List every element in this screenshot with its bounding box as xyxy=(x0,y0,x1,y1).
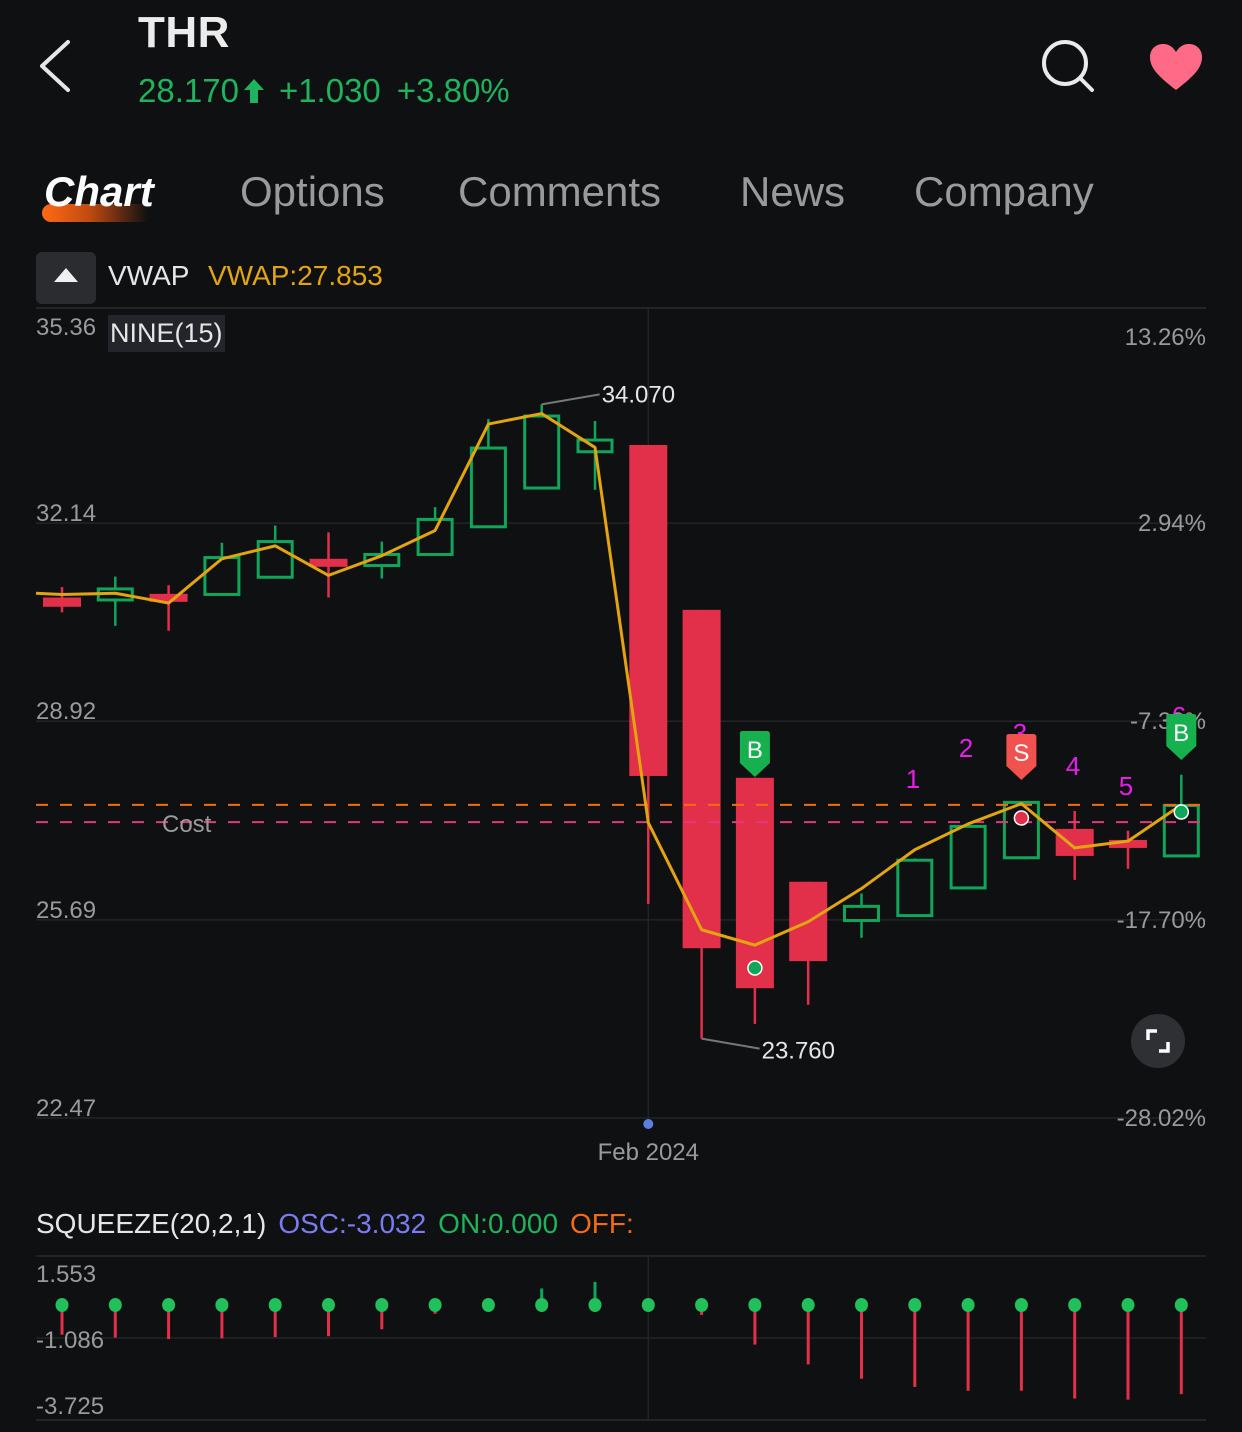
squeeze-dot xyxy=(162,1298,176,1312)
buy-signal-icon: B xyxy=(1166,714,1197,760)
low-label: 23.760 xyxy=(762,1038,835,1065)
squeeze-dot xyxy=(961,1298,975,1312)
candle-up xyxy=(843,893,880,938)
y-axis-label-right: 13.26% xyxy=(1125,324,1206,351)
squeeze-dot xyxy=(322,1298,335,1312)
candle-down xyxy=(43,587,81,613)
buy-signal-icon: B xyxy=(739,731,770,777)
nine-count-label: 4 xyxy=(1066,751,1080,781)
squeeze-dot xyxy=(215,1298,229,1312)
squeeze-dot xyxy=(1014,1298,1028,1312)
y-axis-label-left: 22.47 xyxy=(36,1095,96,1122)
squeeze-y-label: -1.086 xyxy=(36,1327,104,1354)
candle-down xyxy=(682,609,721,1039)
squeeze-dot xyxy=(588,1298,602,1312)
candle-down xyxy=(309,532,348,598)
expand-icon xyxy=(1146,1029,1170,1053)
squeeze-dot xyxy=(1121,1298,1135,1312)
squeeze-y-label: -3.725 xyxy=(36,1393,104,1420)
candle-body xyxy=(1055,828,1094,856)
candle-down xyxy=(789,881,828,1005)
low-label-leader xyxy=(701,1037,760,1050)
candle-up xyxy=(949,824,987,890)
squeeze-on: ON:0.000 xyxy=(438,1208,559,1239)
squeeze-y-label: 1.553 xyxy=(36,1261,96,1288)
squeeze-dot xyxy=(855,1298,868,1312)
candle-body xyxy=(843,904,880,923)
high-label-leader xyxy=(541,393,600,406)
candle-body xyxy=(309,558,348,567)
candle-up xyxy=(469,419,507,529)
squeeze-dot xyxy=(641,1298,655,1312)
candle-body xyxy=(949,824,987,890)
candle-body xyxy=(523,414,561,490)
squeeze-dot xyxy=(535,1298,549,1312)
squeeze-dot xyxy=(428,1298,442,1312)
squeeze-dot xyxy=(481,1298,495,1312)
squeeze-dot xyxy=(908,1298,922,1312)
squeeze-name[interactable]: SQUEEZE(20,2,1) xyxy=(36,1208,266,1239)
signal-dot xyxy=(1013,810,1030,826)
y-axis-label-right: 2.94% xyxy=(1138,510,1206,537)
date-marker-dot xyxy=(643,1119,654,1129)
candle-body xyxy=(896,858,934,918)
candle-body xyxy=(203,556,241,596)
squeeze-dot xyxy=(268,1298,282,1312)
candle-up xyxy=(96,576,134,626)
y-axis-label-left: 32.14 xyxy=(36,500,96,527)
candle-body xyxy=(735,777,774,989)
sell-signal-icon: S xyxy=(1006,734,1037,780)
y-axis-label-right: -28.02% xyxy=(1117,1105,1206,1132)
candle-up xyxy=(896,858,934,918)
squeeze-osc: OSC:-3.032 xyxy=(278,1208,427,1239)
squeeze-dot xyxy=(108,1298,122,1312)
candle-down xyxy=(629,444,668,904)
candle-down xyxy=(1109,830,1147,869)
squeeze-dot xyxy=(375,1298,389,1312)
squeeze-dot xyxy=(1068,1298,1082,1312)
signal-letter: S xyxy=(1013,740,1029,767)
candle-body xyxy=(43,597,81,607)
squeeze-dot xyxy=(748,1298,762,1312)
squeeze-legend: SQUEEZE(20,2,1) OSC:-3.032 ON:0.000 OFF: xyxy=(36,1208,646,1240)
squeeze-dot xyxy=(695,1298,709,1312)
signal-letter: B xyxy=(1173,720,1189,747)
squeeze-dot xyxy=(801,1298,815,1312)
signal-letter: B xyxy=(747,737,763,764)
nine-count-label: 5 xyxy=(1119,771,1133,801)
high-label: 34.070 xyxy=(602,381,675,408)
y-axis-label-right: -17.70% xyxy=(1117,907,1206,934)
y-axis-label-left: 35.36 xyxy=(36,314,96,341)
squeeze-dot xyxy=(55,1298,69,1312)
candle-body xyxy=(469,446,507,529)
y-axis-label-left: 25.69 xyxy=(36,897,96,924)
cost-label: Cost xyxy=(162,811,212,838)
fullscreen-button[interactable] xyxy=(1131,1014,1185,1068)
nine-indicator-label[interactable]: NINE(15) xyxy=(108,315,225,352)
nine-count-label: 2 xyxy=(959,733,973,763)
signal-dot xyxy=(1173,804,1190,820)
vwap-line xyxy=(35,412,1183,947)
candle-down xyxy=(735,777,774,1024)
x-axis-label: Feb 2024 xyxy=(598,1139,699,1166)
squeeze-off: OFF: xyxy=(570,1208,634,1239)
y-axis-label-left: 28.92 xyxy=(36,698,96,725)
candle-body xyxy=(682,609,721,949)
signal-dot xyxy=(747,960,763,976)
squeeze-dot xyxy=(1174,1298,1188,1312)
nine-count-label: 1 xyxy=(906,764,920,794)
